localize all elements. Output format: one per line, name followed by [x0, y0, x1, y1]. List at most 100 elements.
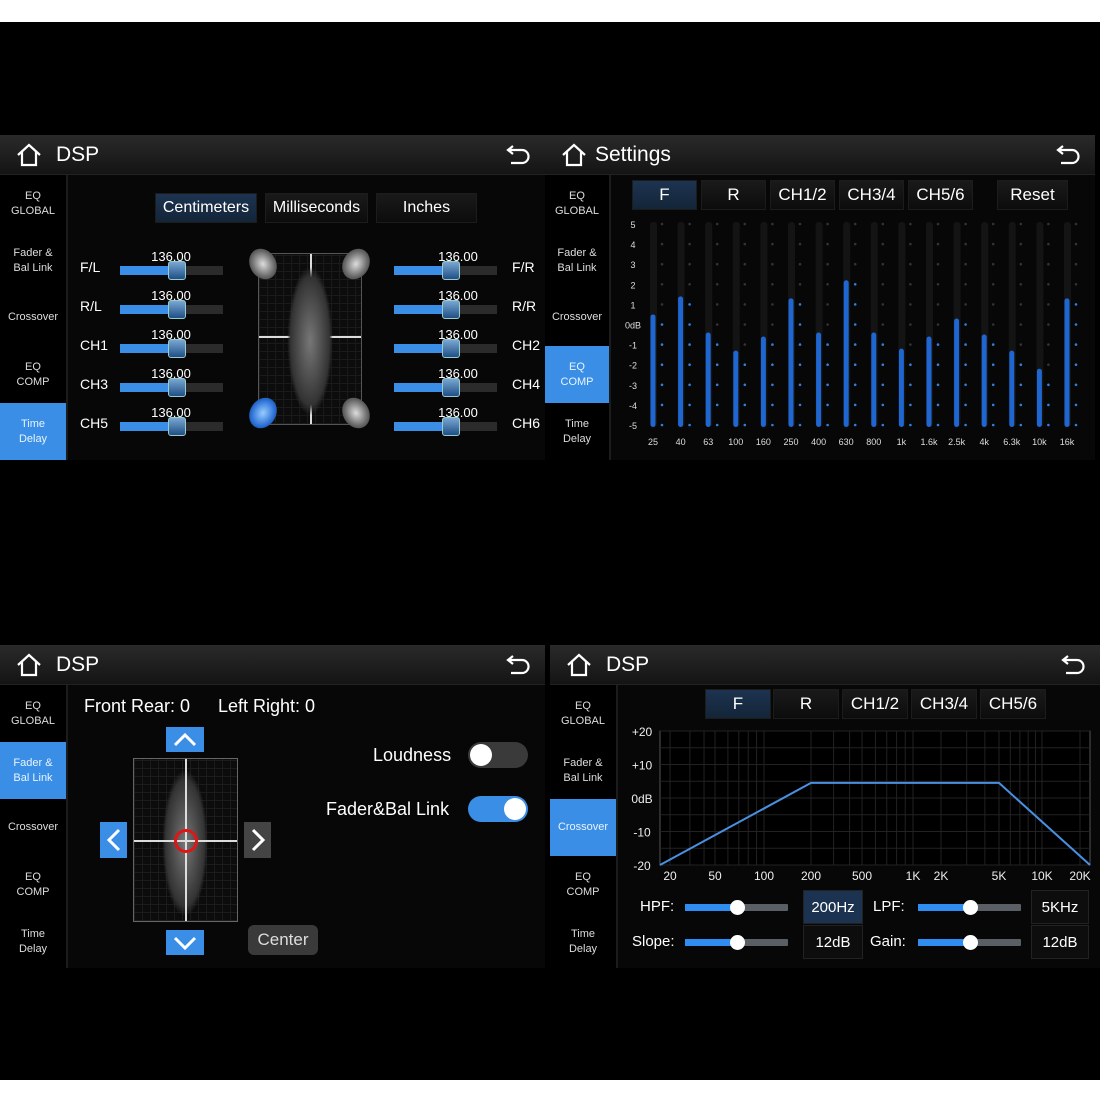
delay-slider-fl[interactable]	[120, 261, 223, 280]
up-arrow-button[interactable]	[166, 727, 204, 752]
sidebar-item-time-delay[interactable]: Time Delay	[0, 403, 66, 460]
tab-ch3-4[interactable]: CH3/4	[911, 689, 977, 719]
car-top-view[interactable]	[133, 758, 238, 922]
eq-bar-63[interactable]	[705, 332, 711, 427]
sidebar-item-fader-bal-link[interactable]: Fader & Bal Link	[550, 742, 616, 799]
home-icon[interactable]	[16, 653, 42, 677]
lpf-value[interactable]: 5KHz	[1031, 890, 1089, 924]
down-arrow-button[interactable]	[166, 930, 204, 955]
home-icon[interactable]	[566, 653, 592, 677]
sidebar-item-eq-global[interactable]: EQ GLOBAL	[0, 685, 66, 742]
right-arrow-button[interactable]	[244, 822, 271, 858]
slider-thumb[interactable]	[167, 339, 186, 358]
sidebar-item-time-delay[interactable]: Time Delay	[0, 913, 66, 968]
eq-bar-160[interactable]	[760, 336, 766, 427]
reset-button[interactable]: Reset	[997, 180, 1068, 210]
slider-thumb[interactable]	[962, 935, 978, 950]
slider-thumb[interactable]	[729, 900, 745, 915]
tab-centimeters[interactable]: Centimeters	[155, 193, 257, 223]
sidebar-item-crossover[interactable]: Crossover	[0, 289, 66, 346]
sidebar-item-fader-bal-link[interactable]: Fader & Bal Link	[545, 232, 609, 289]
sidebar-item-time-delay[interactable]: Time Delay	[550, 913, 616, 968]
slider-thumb[interactable]	[167, 300, 186, 319]
sidebar-item-crossover[interactable]: Crossover	[0, 799, 66, 856]
eq-bar-16k[interactable]	[1064, 298, 1070, 427]
slope-value[interactable]: 12dB	[803, 925, 863, 959]
delay-slider-rr[interactable]	[394, 300, 497, 319]
eq-bar-6.3k[interactable]	[1009, 350, 1015, 427]
slider-thumb[interactable]	[441, 417, 460, 436]
slider-thumb[interactable]	[167, 378, 186, 397]
sidebar-item-time-delay[interactable]: Time Delay	[545, 403, 609, 460]
sidebar-item-eq-comp[interactable]: EQ COMP	[0, 346, 66, 403]
tab-ch3-4[interactable]: CH3/4	[839, 180, 904, 210]
home-icon[interactable]	[16, 143, 42, 167]
delay-slider-ch5[interactable]	[120, 417, 223, 436]
hpf-slider[interactable]	[685, 900, 788, 915]
eq-bar-4k[interactable]	[981, 334, 987, 427]
center-button[interactable]: Center	[248, 925, 318, 955]
eq-bar-40[interactable]	[678, 296, 684, 427]
tab-ch1-2[interactable]: CH1/2	[842, 689, 908, 719]
tab-r[interactable]: R	[701, 180, 766, 210]
eq-bar-25[interactable]	[650, 314, 656, 427]
tab-f[interactable]: F	[632, 180, 697, 210]
gain-value[interactable]: 12dB	[1031, 925, 1089, 959]
back-arrow-icon[interactable]	[1055, 143, 1081, 167]
tab-inches[interactable]: Inches	[376, 193, 477, 223]
sidebar-item-eq-comp[interactable]: EQ COMP	[0, 856, 66, 913]
eq-bar-400[interactable]	[816, 332, 822, 427]
sidebar-item-crossover[interactable]: Crossover	[550, 799, 616, 856]
eq-bar-10k[interactable]	[1036, 368, 1042, 427]
delay-slider-ch2[interactable]	[394, 339, 497, 358]
slider-thumb[interactable]	[441, 378, 460, 397]
gain-slider[interactable]	[918, 935, 1021, 950]
delay-slider-rl[interactable]	[120, 300, 223, 319]
delay-slider-fr[interactable]	[394, 261, 497, 280]
back-arrow-icon[interactable]	[1060, 653, 1086, 677]
tab-ch1-2[interactable]: CH1/2	[770, 180, 835, 210]
eq-bar-100[interactable]	[733, 350, 739, 427]
grid-dot	[743, 222, 747, 226]
sidebar-item-fader-bal-link[interactable]: Fader & Bal Link	[0, 232, 66, 289]
delay-slider-ch3[interactable]	[120, 378, 223, 397]
eq-bar-250[interactable]	[788, 298, 794, 427]
sidebar-item-eq-global[interactable]: EQ GLOBAL	[0, 175, 66, 232]
slider-thumb[interactable]	[962, 900, 978, 915]
slider-thumb[interactable]	[441, 261, 460, 280]
eq-bar-800[interactable]	[871, 332, 877, 427]
slider-thumb[interactable]	[441, 300, 460, 319]
slider-thumb[interactable]	[441, 339, 460, 358]
tab-ch5-6[interactable]: CH5/6	[908, 180, 973, 210]
tab-milliseconds[interactable]: Milliseconds	[265, 193, 368, 223]
lpf-slider[interactable]	[918, 900, 1021, 915]
sidebar-item-eq-global[interactable]: EQ GLOBAL	[550, 685, 616, 742]
eq-bar-2.5k[interactable]	[954, 318, 960, 427]
slider-thumb[interactable]	[167, 417, 186, 436]
fader-bal-link-toggle[interactable]	[468, 796, 528, 822]
sidebar-item-crossover[interactable]: Crossover	[545, 289, 609, 346]
sidebar-item-eq-global[interactable]: EQ GLOBAL	[545, 175, 609, 232]
tab-ch5-6[interactable]: CH5/6	[980, 689, 1046, 719]
back-arrow-icon[interactable]	[505, 653, 531, 677]
sidebar-item-eq-comp[interactable]: EQ COMP	[545, 346, 609, 403]
home-icon[interactable]	[561, 143, 587, 167]
slider-thumb[interactable]	[729, 935, 745, 950]
delay-slider-ch4[interactable]	[394, 378, 497, 397]
slope-slider[interactable]	[685, 935, 788, 950]
slider-thumb[interactable]	[167, 261, 186, 280]
eq-bar-630[interactable]	[843, 280, 849, 427]
loudness-toggle[interactable]	[468, 742, 528, 768]
delay-slider-ch1[interactable]	[120, 339, 223, 358]
delay-slider-ch6[interactable]	[394, 417, 497, 436]
hpf-value[interactable]: 200Hz	[803, 890, 863, 924]
sidebar-item-fader-bal-link[interactable]: Fader & Bal Link	[0, 742, 66, 799]
left-arrow-button[interactable]	[100, 822, 127, 858]
tab-r[interactable]: R	[773, 689, 839, 719]
back-arrow-icon[interactable]	[505, 143, 531, 167]
eq-bar-1k[interactable]	[898, 348, 904, 427]
tab-f[interactable]: F	[705, 689, 771, 719]
sidebar-item-eq-comp[interactable]: EQ COMP	[550, 856, 616, 913]
balance-position-marker[interactable]	[174, 829, 198, 853]
eq-bar-1.6k[interactable]	[926, 336, 932, 427]
